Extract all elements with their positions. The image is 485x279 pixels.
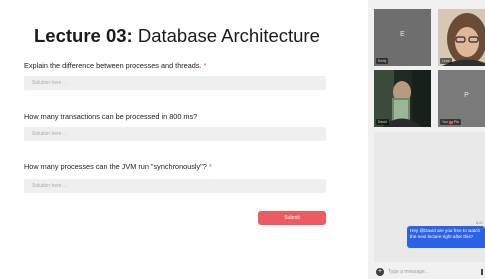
- answer-3-input[interactable]: [24, 179, 326, 193]
- participant-tile-lena[interactable]: Lena: [438, 9, 485, 66]
- recording-icon: [448, 120, 453, 124]
- send-icon[interactable]: [481, 269, 483, 275]
- self-label: You: [442, 120, 448, 124]
- message-input[interactable]: [388, 266, 468, 278]
- question-2-text: How many transactions can be processed i…: [24, 112, 198, 121]
- participant-name-tag: Emily: [376, 58, 389, 64]
- participant-name-tag: You Pia: [440, 119, 461, 125]
- participant-initial: P: [464, 92, 469, 99]
- participant-tile-emily[interactable]: E Emily: [374, 9, 431, 66]
- participant-name: Pia: [453, 120, 459, 124]
- answer-1-input[interactable]: [24, 76, 326, 90]
- page-title: Lecture 03: Database Architecture: [34, 25, 320, 47]
- participant-initial: E: [400, 31, 405, 38]
- question-1: Explain the difference between processes…: [24, 61, 206, 70]
- required-marker: *: [208, 162, 212, 171]
- chat-message: Hey @David are you free to watch the nex…: [407, 226, 485, 248]
- question-1-text: Explain the difference between processes…: [24, 61, 202, 70]
- participant-tile-david[interactable]: David: [374, 70, 431, 127]
- question-2: How many transactions can be processed i…: [24, 112, 197, 121]
- chat-compose: +: [374, 266, 485, 279]
- chat-panel: 8:41 Hey @David are you free to watch th…: [374, 132, 485, 262]
- lecture-number: Lecture 03:: [34, 25, 133, 46]
- lecture-title: Database Architecture: [132, 25, 320, 46]
- participant-name-tag: David: [376, 119, 389, 125]
- participant-name-tag: Lena: [440, 58, 452, 64]
- answer-2-input[interactable]: [24, 127, 326, 141]
- submit-button[interactable]: Submit: [258, 211, 326, 225]
- question-3-text: How many processes can the JVM run "sync…: [24, 162, 207, 171]
- question-3: How many processes can the JVM run "sync…: [24, 162, 212, 171]
- plus-icon[interactable]: +: [376, 268, 384, 276]
- required-marker: *: [203, 61, 207, 70]
- message-time: 8:41: [476, 221, 483, 225]
- quiz-panel: Lecture 03: Database Architecture Explai…: [0, 0, 368, 279]
- participant-tile-pia[interactable]: P You Pia: [438, 70, 485, 127]
